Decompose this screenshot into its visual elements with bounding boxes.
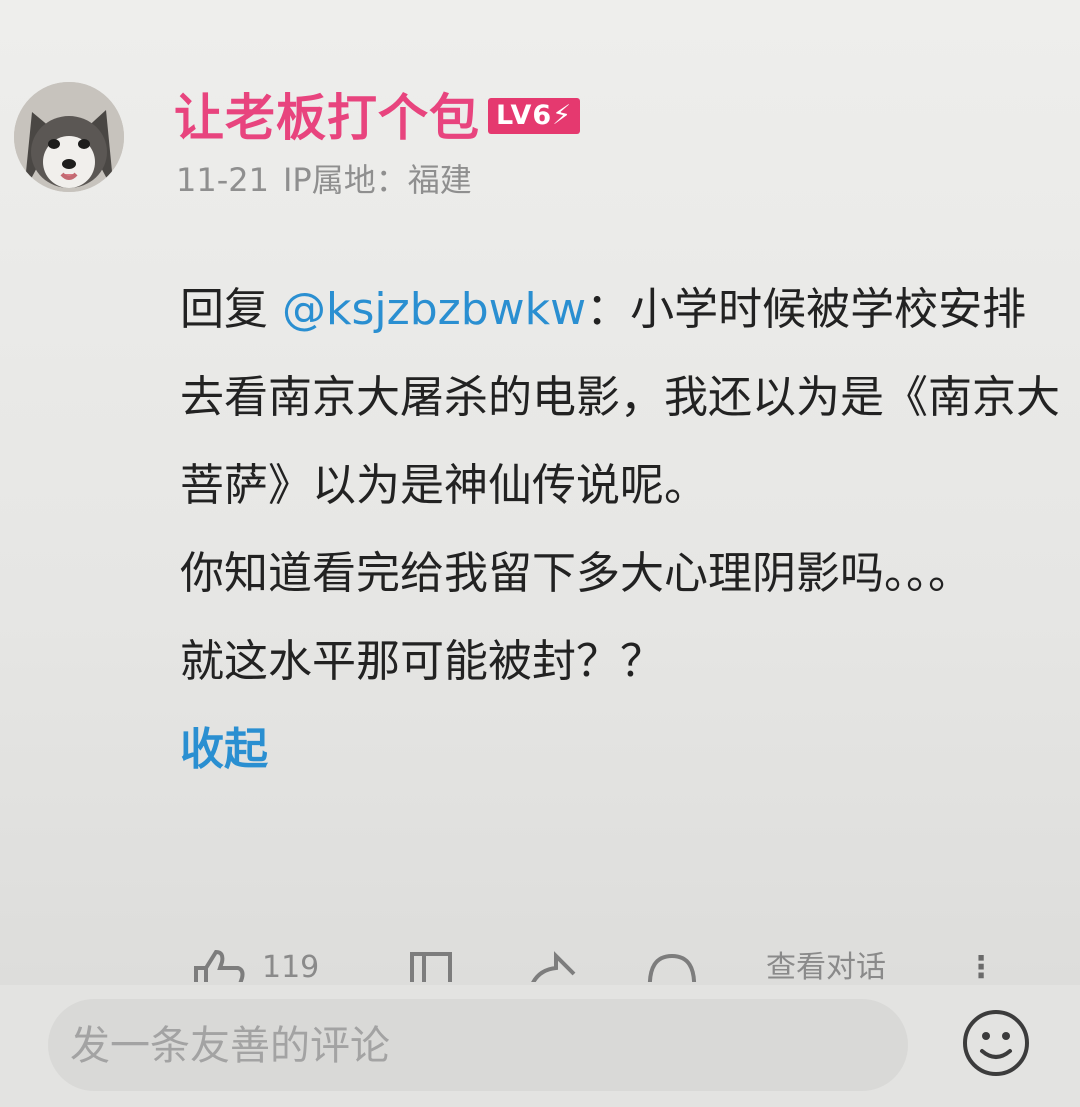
collect-icon[interactable]: [406, 950, 456, 982]
username[interactable]: 让老板打个包: [174, 88, 480, 148]
comment-screen: 让老板打个包 LV6⚡ 11-21 IP属地：福建 回复 @ksjzbzbwkw：…: [0, 0, 1080, 1107]
dog-avatar-icon: [14, 82, 124, 192]
collapse-button[interactable]: 收起: [180, 706, 268, 794]
level-badge: LV6⚡: [488, 98, 581, 134]
comment-input[interactable]: 发一条友善的评论: [48, 999, 908, 1091]
more-options-icon[interactable]: ⋮: [966, 948, 996, 982]
body-line-3: 就这水平那可能被封？？: [180, 636, 664, 687]
share-icon[interactable]: [526, 950, 576, 982]
body-line-2: 你知道看完给我留下多大心理阴影吗。。。: [180, 548, 972, 599]
user-avatar[interactable]: [14, 82, 124, 192]
emoji-icon[interactable]: [960, 1007, 1032, 1079]
action-bar: 119 查看对话 ⋮: [190, 938, 1010, 982]
comment-body: 回复 @ksjzbzbwkw：小学时候被学校安排去看南京大屠杀的电影，我还以为是…: [180, 266, 1060, 794]
ip-location: IP属地：福建: [282, 161, 472, 199]
comment-icon[interactable]: [644, 950, 700, 982]
view-dialog-link[interactable]: 查看对话: [766, 948, 886, 982]
like-count: 119: [262, 950, 320, 982]
comment-input-placeholder: 发一条友善的评论: [70, 1023, 390, 1069]
reply-prefix: 回复: [180, 284, 282, 335]
comment-date: 11-21: [176, 161, 269, 199]
like-icon[interactable]: [190, 950, 246, 982]
comment-header: 让老板打个包 LV6⚡ 11-21 IP属地：福建: [14, 82, 1054, 212]
mention-link[interactable]: @ksjzbzbwkw: [282, 284, 586, 335]
reply-paragraph: 回复 @ksjzbzbwkw：小学时候被学校安排去看南京大屠杀的电影，我还以为是…: [180, 266, 1060, 530]
comment-meta: 11-21 IP属地：福建: [176, 158, 472, 202]
comment-composer-bar: 发一条友善的评论: [0, 985, 1080, 1107]
